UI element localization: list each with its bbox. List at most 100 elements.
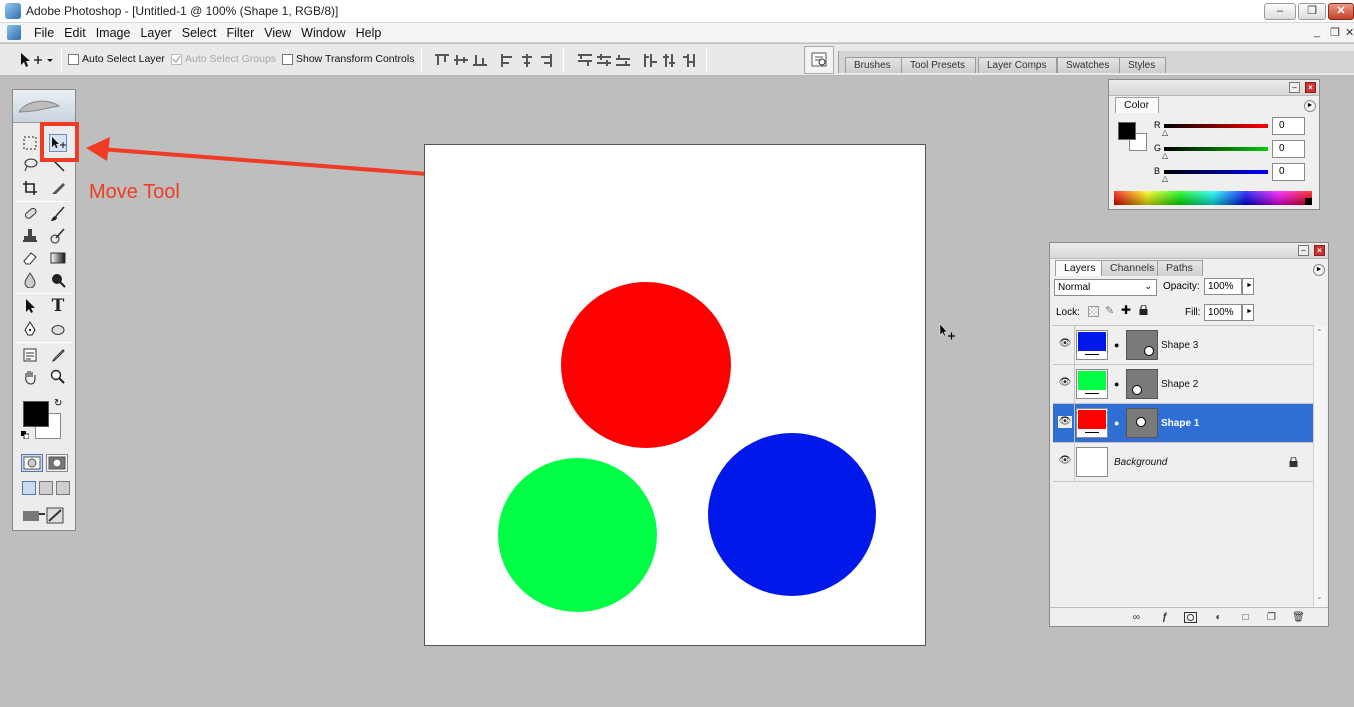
menu-select[interactable]: Select — [177, 25, 222, 40]
black-swatch[interactable] — [1305, 198, 1312, 205]
eye-icon[interactable]: 👁 — [1058, 377, 1072, 389]
show-transform-controls-checkbox[interactable] — [282, 54, 293, 65]
menu-filter[interactable]: Filter — [221, 25, 259, 40]
jump-to-imageready-button[interactable] — [21, 506, 67, 524]
panel-close-button[interactable]: × — [1305, 82, 1316, 93]
r-slider[interactable] — [1164, 124, 1268, 128]
blue-circle[interactable] — [708, 433, 876, 596]
lock-all-icon[interactable] — [1139, 304, 1148, 315]
color-ramp[interactable] — [1114, 191, 1312, 205]
file-browser-button[interactable] — [804, 46, 834, 74]
lock-position-icon[interactable]: ✚ — [1121, 303, 1131, 317]
eye-icon[interactable]: 👁 — [1058, 455, 1072, 467]
history-brush-tool-icon[interactable] — [49, 227, 67, 245]
r-slider-thumb-icon[interactable]: △ — [1162, 128, 1168, 137]
auto-select-layer-label[interactable]: Auto Select Layer — [82, 53, 165, 65]
well-tab-layer-comps[interactable]: Layer Comps — [978, 57, 1058, 73]
lock-transparent-pixels-icon[interactable] — [1088, 306, 1099, 317]
document-icon[interactable] — [7, 25, 21, 40]
swap-colors-icon[interactable]: ↻ — [54, 398, 62, 409]
eye-icon[interactable]: 👁 — [1058, 416, 1072, 428]
layers-scrollbar[interactable]: ⌃ ⌄ — [1313, 326, 1326, 607]
zoom-tool-icon[interactable] — [49, 368, 67, 386]
align-right-edges-icon[interactable] — [538, 53, 554, 67]
eraser-tool-icon[interactable] — [21, 249, 39, 267]
layer-row-shape-3[interactable]: 👁 ● Shape 3 — [1053, 326, 1313, 365]
scroll-down-icon[interactable]: ⌄ — [1316, 592, 1323, 601]
standard-mode-button[interactable] — [21, 454, 43, 472]
menu-image[interactable]: Image — [91, 25, 136, 40]
full-screen-menu-mode-button[interactable] — [39, 481, 53, 495]
move-tool-icon[interactable] — [18, 51, 54, 69]
menu-window[interactable]: Window — [296, 25, 350, 40]
b-slider[interactable] — [1164, 170, 1268, 174]
distribute-vertical-centers-icon[interactable] — [596, 53, 612, 67]
foreground-color-swatch[interactable] — [23, 401, 49, 427]
menu-layer[interactable]: Layer — [135, 25, 176, 40]
opacity-input[interactable]: 100% — [1204, 278, 1242, 295]
brush-tool-icon[interactable] — [49, 205, 67, 223]
standard-screen-mode-button[interactable] — [22, 481, 36, 495]
green-circle[interactable] — [498, 458, 657, 612]
pen-tool-icon[interactable] — [21, 320, 39, 338]
align-top-edges-icon[interactable] — [434, 53, 450, 67]
layers-panel-titlebar[interactable]: – × — [1050, 243, 1328, 259]
lock-image-pixels-icon[interactable]: ✎ — [1105, 304, 1114, 317]
red-circle[interactable] — [561, 282, 731, 448]
distribute-top-edges-icon[interactable] — [577, 53, 593, 67]
lasso-tool-icon[interactable] — [21, 156, 39, 174]
crop-tool-icon[interactable] — [21, 179, 39, 197]
ellipse-tool-icon[interactable] — [49, 320, 67, 338]
full-screen-mode-button[interactable] — [56, 481, 70, 495]
clone-stamp-tool-icon[interactable] — [21, 227, 39, 245]
align-left-edges-icon[interactable] — [500, 53, 516, 67]
toolbox-header[interactable] — [13, 90, 75, 123]
tab-layers[interactable]: Layers — [1055, 260, 1106, 276]
slice-tool-icon[interactable] — [49, 179, 67, 197]
fill-input[interactable]: 100% — [1204, 304, 1242, 321]
panel-close-button[interactable]: × — [1314, 245, 1325, 256]
distribute-horizontal-centers-icon[interactable] — [662, 53, 678, 67]
b-value-input[interactable]: 0 — [1272, 163, 1305, 181]
color-panel-titlebar[interactable]: – × — [1109, 80, 1319, 96]
b-slider-thumb-icon[interactable]: △ — [1162, 174, 1168, 183]
scroll-up-icon[interactable]: ⌃ — [1316, 328, 1323, 337]
distribute-left-edges-icon[interactable] — [643, 53, 659, 67]
dodge-tool-icon[interactable] — [49, 271, 67, 289]
doc-minimize-button[interactable]: _ — [1314, 26, 1320, 38]
menu-view[interactable]: View — [259, 25, 296, 40]
well-tab-swatches[interactable]: Swatches — [1057, 57, 1121, 73]
close-button[interactable]: ✕ — [1328, 3, 1354, 20]
well-tab-brushes[interactable]: Brushes — [845, 57, 902, 73]
quick-mask-mode-button[interactable] — [46, 454, 68, 472]
panel-menu-icon[interactable]: ► — [1304, 100, 1316, 112]
distribute-bottom-edges-icon[interactable] — [615, 53, 631, 67]
g-slider-thumb-icon[interactable]: △ — [1162, 151, 1168, 160]
add-layer-mask-icon[interactable] — [1184, 612, 1197, 623]
create-group-icon[interactable]: □ — [1239, 612, 1252, 623]
gradient-tool-icon[interactable] — [49, 249, 67, 267]
g-slider[interactable] — [1164, 147, 1268, 151]
create-new-layer-icon[interactable]: ❐ — [1265, 612, 1278, 623]
eye-icon[interactable]: 👁 — [1058, 338, 1072, 350]
show-transform-controls-label[interactable]: Show Transform Controls — [296, 53, 414, 65]
default-colors-icon[interactable] — [21, 430, 30, 440]
tab-paths[interactable]: Paths — [1157, 260, 1203, 276]
notes-tool-icon[interactable] — [21, 346, 39, 364]
hand-tool-icon[interactable] — [21, 368, 39, 386]
menu-file[interactable]: File — [29, 25, 59, 40]
align-vertical-centers-icon[interactable] — [453, 53, 469, 67]
doc-restore-button[interactable]: ❐ — [1330, 26, 1340, 39]
panel-minimize-button[interactable]: – — [1289, 82, 1300, 93]
distribute-right-edges-icon[interactable] — [681, 53, 697, 67]
well-tab-tool-presets[interactable]: Tool Presets — [901, 57, 977, 73]
panel-menu-icon[interactable]: ► — [1313, 264, 1325, 276]
healing-brush-tool-icon[interactable] — [21, 205, 39, 223]
layer-row-shape-2[interactable]: 👁 ● Shape 2 — [1053, 365, 1313, 404]
path-selection-tool-icon[interactable] — [21, 297, 39, 315]
r-value-input[interactable]: 0 — [1272, 117, 1305, 135]
layer-row-background[interactable]: 👁 Background — [1053, 443, 1313, 482]
add-layer-style-icon[interactable]: ƒ — [1158, 612, 1171, 623]
opacity-slider-arrow-icon[interactable]: ► — [1242, 278, 1254, 295]
panel-minimize-button[interactable]: – — [1298, 245, 1309, 256]
